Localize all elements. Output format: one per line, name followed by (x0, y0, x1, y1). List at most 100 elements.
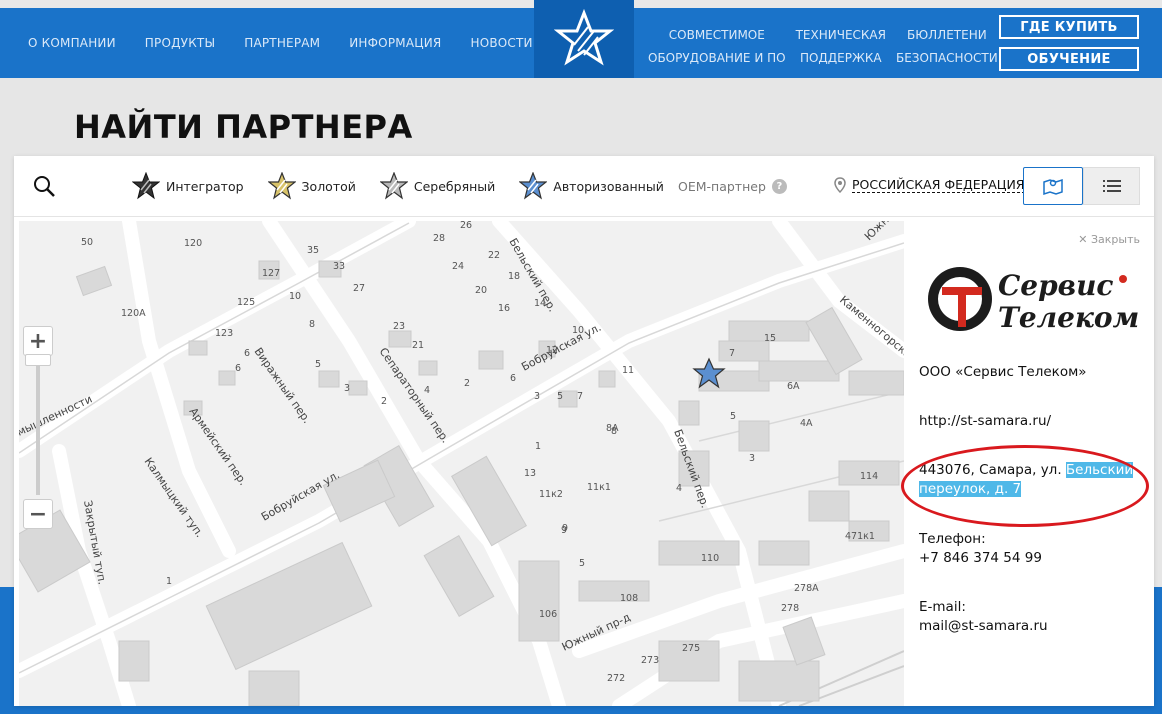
house-number-label: 10 (572, 325, 584, 336)
house-number-label: 110 (701, 553, 719, 564)
house-number-label: 9 (561, 525, 567, 536)
house-number-label: 20 (475, 285, 487, 296)
house-number-label: 273 (641, 655, 659, 666)
house-number-label: 3 (534, 391, 540, 402)
house-number-label: 5 (730, 411, 736, 422)
partner-panel: Интегратор Золотой Серебряный Авторизова… (14, 156, 1154, 706)
filter-integrator[interactable]: Интегратор (132, 172, 244, 200)
house-number-label: 3 (749, 453, 755, 464)
house-number-label: 272 (607, 673, 625, 684)
list-view-button[interactable] (1083, 167, 1140, 205)
house-number-label: 12 (546, 345, 558, 356)
filter-gold[interactable]: Золотой (267, 172, 356, 200)
house-number-label: 24 (452, 261, 464, 272)
filter-authorized[interactable]: Авторизованный (519, 172, 664, 200)
zoom-control: + − (23, 326, 53, 529)
house-number-label: 10 (289, 291, 301, 302)
house-number-label: 14 (534, 298, 546, 309)
phone-number[interactable]: +7 846 374 54 99 (919, 549, 1139, 568)
close-button[interactable]: ✕ Закрыть (1078, 233, 1140, 246)
company-logo: Сервис Телеком (928, 267, 1139, 334)
svg-text:Сервис: Сервис (998, 269, 1113, 302)
location-pin-icon (834, 177, 846, 193)
star-logo-icon (554, 9, 614, 66)
filter-silver[interactable]: Серебряный (379, 172, 495, 200)
house-number-label: 50 (81, 237, 93, 248)
site-logo[interactable] (534, 0, 634, 78)
house-number-label: 35 (307, 245, 319, 256)
region-selector[interactable]: РОССИЙСКАЯ ФЕДЕРАЦИЯ (834, 177, 1025, 193)
region-label: РОССИЙСКАЯ ФЕДЕРАЦИЯ (852, 177, 1025, 193)
map-icon (1043, 178, 1063, 196)
house-number-label: 33 (333, 261, 345, 272)
house-number-label: 120 (184, 238, 202, 249)
nav-compatible[interactable]: СОВМЕСТИМОЕ ОБОРУДОВАНИЕ И ПО (648, 24, 786, 70)
search-icon[interactable] (32, 174, 56, 198)
annotation-ellipse (901, 445, 1149, 527)
zoom-in-button[interactable]: + (23, 326, 53, 356)
house-number-label: 114 (860, 471, 878, 482)
nav-support[interactable]: ТЕХНИЧЕСКАЯ ПОДДЕРЖКА (796, 24, 886, 70)
house-number-label: 27 (353, 283, 365, 294)
house-number-label: 123 (215, 328, 233, 339)
house-number-label: 106 (539, 609, 557, 620)
house-number-label: 11к2 (539, 489, 563, 500)
map-canvas[interactable]: Бельский пер. Бобруйская ул. Сепараторный … (19, 221, 904, 706)
authorized-star-icon (519, 172, 548, 200)
house-number-label: 6 (244, 348, 250, 359)
filter-gold-label: Золотой (301, 178, 356, 194)
nav-information[interactable]: ИНФОРМАЦИЯ (349, 36, 441, 50)
nav-right: СОВМЕСТИМОЕ ОБОРУДОВАНИЕ И ПО ТЕХНИЧЕСКАЯ… (648, 24, 998, 70)
house-number-label: 8 (309, 319, 315, 330)
house-number-label: 21 (412, 340, 424, 351)
house-number-label: 2 (381, 396, 387, 407)
house-number-label: 127 (262, 268, 280, 279)
house-number-label: 278 (781, 603, 799, 614)
nav-partners[interactable]: ПАРТНЕРАМ (244, 36, 320, 50)
street-map[interactable]: Бельский пер.Бобруйская ул.Сепараторный … (19, 221, 904, 706)
nav-about[interactable]: О КОМПАНИИ (28, 36, 116, 50)
house-number-label: 23 (393, 321, 405, 332)
help-icon[interactable]: ? (771, 179, 787, 194)
zoom-out-button[interactable]: − (23, 499, 53, 529)
email-address[interactable]: mail@st-samara.ru (919, 617, 1139, 636)
house-number-label: 7 (577, 391, 583, 402)
filter-oem[interactable]: OEM-партнер ? (678, 179, 787, 194)
house-number-label: 2 (464, 378, 470, 389)
house-number-label: 471к1 (845, 531, 875, 542)
nav-news[interactable]: НОВОСТИ (470, 36, 532, 50)
house-number-label: 4А (800, 418, 813, 429)
house-number-label: 6 (235, 363, 241, 374)
house-number-label: 16 (498, 303, 510, 314)
list-icon (1102, 180, 1121, 192)
phone-label: Телефон: (919, 531, 986, 547)
close-label: Закрыть (1091, 233, 1140, 246)
training-button[interactable]: ОБУЧЕНИЕ (999, 47, 1139, 71)
house-number-label: 11 (622, 365, 634, 376)
zoom-handle[interactable] (25, 354, 51, 366)
nav-products[interactable]: ПРОДУКТЫ (145, 36, 215, 50)
filter-oem-label: OEM-партнер (678, 179, 766, 194)
house-number-label: 26 (460, 221, 472, 231)
page-title: НАЙТИ ПАРТНЕРА (74, 108, 413, 146)
house-number-label: 1 (166, 576, 172, 587)
house-number-label: 6А (787, 381, 800, 392)
svg-text:Телеком: Телеком (998, 301, 1139, 334)
house-number-label: 108 (620, 593, 638, 604)
zoom-slider[interactable] (25, 354, 51, 495)
house-number-label: 125 (237, 297, 255, 308)
top-navbar: О КОМПАНИИ ПРОДУКТЫ ПАРТНЕРАМ ИНФОРМАЦИЯ… (0, 0, 1162, 78)
where-to-buy-button[interactable]: ГДЕ КУПИТЬ (999, 15, 1139, 39)
partner-type-filters: Интегратор Золотой Серебряный Авторизова… (132, 172, 688, 200)
nav-bulletins[interactable]: БЮЛЛЕТЕНИ БЕЗОПАСНОСТИ (896, 24, 998, 70)
house-number-label: 13 (524, 468, 536, 479)
house-number-label: 6 (510, 373, 516, 384)
silver-star-icon (379, 172, 408, 200)
company-url[interactable]: http://st-samara.ru/ (919, 412, 1139, 431)
filter-authorized-label: Авторизованный (553, 178, 664, 194)
house-number-label: 5 (579, 558, 585, 569)
house-number-label: 275 (682, 643, 700, 654)
house-number-label: 4 (424, 385, 430, 396)
map-view-button[interactable] (1023, 167, 1083, 205)
house-number-label: 120А (121, 308, 146, 319)
